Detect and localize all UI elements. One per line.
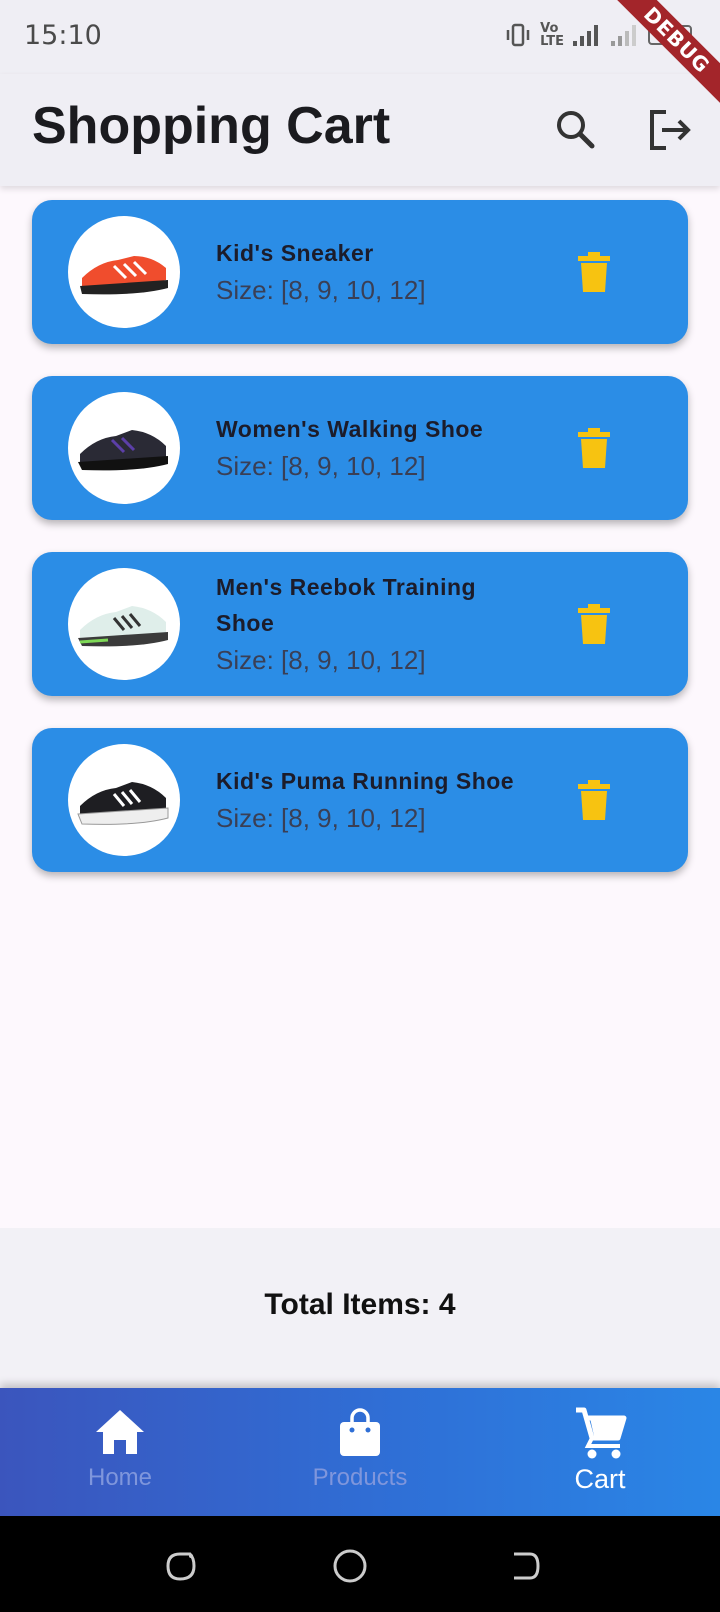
trash-icon <box>578 252 610 292</box>
cart-item[interactable]: Kid's Puma Running Shoe Size: [8, 9, 10,… <box>32 728 688 872</box>
training-shoe-image <box>78 606 168 647</box>
walking-shoe-image <box>78 430 168 471</box>
nav-label: Cart <box>574 1464 626 1494</box>
item-name: Kid's Puma Running Shoe <box>216 768 515 794</box>
back-button[interactable] <box>504 1546 544 1586</box>
sneaker-image <box>80 256 168 295</box>
cart-list: Kid's Sneaker Size: [8, 9, 10, 12] Women… <box>32 200 688 904</box>
running-shoe-image <box>77 782 169 825</box>
product-image <box>68 744 180 856</box>
delete-button[interactable] <box>576 780 612 820</box>
cart-item[interactable]: Women's Walking Shoe Size: [8, 9, 10, 12… <box>32 376 688 520</box>
delete-button[interactable] <box>576 252 612 292</box>
vibrate-icon <box>506 23 530 47</box>
total-panel: Total Items: 4 <box>0 1228 720 1388</box>
nav-label: Products <box>312 1464 408 1491</box>
trash-icon <box>578 604 610 644</box>
item-size: Size: [8, 9, 10, 12] <box>216 645 426 675</box>
cart-item[interactable]: Kid's Sneaker Size: [8, 9, 10, 12] <box>32 200 688 344</box>
status-time: 15:10 <box>24 20 102 51</box>
nav-home[interactable]: Home <box>20 1404 220 1508</box>
signal-icon <box>573 25 598 46</box>
trash-icon <box>578 780 610 820</box>
product-image <box>68 216 180 328</box>
product-image <box>68 568 180 680</box>
delete-button[interactable] <box>576 428 612 468</box>
product-image <box>68 392 180 504</box>
page-title: Shopping Cart <box>32 97 391 155</box>
volte-bottom: LTE <box>540 34 564 49</box>
logout-icon <box>650 110 691 150</box>
nav-products[interactable]: Products <box>260 1404 460 1508</box>
search-icon <box>557 111 595 149</box>
item-details: Kid's Puma Running Shoe Size: [8, 9, 10,… <box>216 728 536 872</box>
status-bar: 15:10 Vo LTE 38 <box>0 0 720 74</box>
item-size: Size: [8, 9, 10, 12] <box>216 803 426 833</box>
circle-home-icon <box>333 1549 367 1583</box>
total-items: Total Items: 4 <box>264 1288 456 1321</box>
signal-2-icon <box>611 25 636 46</box>
search-button[interactable] <box>548 102 604 158</box>
item-details: Kid's Sneaker Size: [8, 9, 10, 12] <box>216 200 536 344</box>
bottom-nav: Home Products Cart <box>0 1388 720 1516</box>
cart-item[interactable]: Men's Reebok Training Shoe Size: [8, 9, … <box>32 552 688 696</box>
item-name: Kid's Sneaker <box>216 240 374 266</box>
item-name: Women's Walking Shoe <box>216 416 484 442</box>
recents-button[interactable] <box>160 1546 200 1586</box>
trash-icon <box>578 428 610 468</box>
volte-indicator: Vo LTE <box>540 22 564 48</box>
item-details: Men's Reebok Training Shoe Size: [8, 9, … <box>216 552 536 696</box>
app-bar: Shopping Cart <box>0 74 720 186</box>
item-size: Size: [8, 9, 10, 12] <box>216 275 426 305</box>
cart-icon <box>576 1407 627 1459</box>
shopping-bag-icon <box>340 1408 380 1456</box>
logout-button[interactable] <box>642 102 698 158</box>
delete-button[interactable] <box>576 604 612 644</box>
item-size: Size: [8, 9, 10, 12] <box>216 451 426 481</box>
system-nav-bar <box>0 1516 720 1612</box>
item-name: Men's Reebok Training Shoe <box>216 574 477 636</box>
back-icon <box>514 1552 540 1580</box>
nav-cart[interactable]: Cart <box>500 1404 700 1508</box>
nav-label: Home <box>87 1464 153 1491</box>
home-system-button[interactable] <box>330 1546 370 1586</box>
item-details: Women's Walking Shoe Size: [8, 9, 10, 12… <box>216 376 536 520</box>
home-icon <box>96 1410 144 1454</box>
recents-icon <box>166 1552 196 1581</box>
